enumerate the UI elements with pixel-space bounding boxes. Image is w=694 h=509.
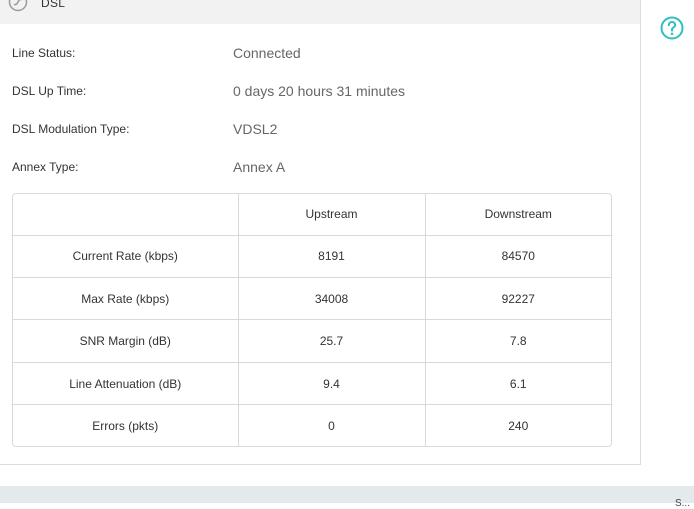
table-row: Errors (pkts) 0 240 (13, 404, 611, 446)
table-header-row: Upstream Downstream (13, 194, 611, 236)
stats-table: Upstream Downstream Current Rate (kbps) … (13, 194, 611, 446)
info-label: Line Status: (12, 46, 76, 60)
downstream-cell: 240 (508, 418, 529, 433)
footer-text: S... (674, 498, 690, 509)
info-label: DSL Modulation Type: (12, 122, 130, 136)
upstream-cell: 0 (238, 404, 426, 446)
info-row-annex: Annex Type: Annex A (12, 159, 612, 180)
dsl-stats-table: Upstream Downstream Current Rate (kbps) … (12, 193, 612, 447)
column-header (13, 194, 239, 236)
panel-header: DSL (0, 0, 640, 24)
upstream-cell: 25.7 (238, 319, 426, 363)
table-row: Current Rate (kbps) 8191 84570 (13, 235, 611, 279)
table-row: Max Rate (kbps) 34008 92227 (13, 277, 611, 321)
row-label: Line Attenuation (dB) (13, 362, 239, 406)
dsl-icon (8, 0, 28, 12)
panel-title: DSL (41, 0, 66, 10)
info-value: Annex A (233, 159, 286, 175)
info-value: 0 days 20 hours 31 minutes (233, 83, 405, 99)
upstream-cell: 34008 (238, 277, 426, 321)
info-value: Connected (233, 45, 301, 61)
row-label: SNR Margin (dB) (13, 319, 239, 363)
dsl-panel: DSL Line Status: Connected DSL Up Time: … (0, 0, 641, 465)
column-header-upstream: Upstream (238, 194, 426, 236)
info-row-modulation: DSL Modulation Type: VDSL2 (12, 121, 612, 142)
row-label: Max Rate (kbps) (13, 277, 239, 321)
help-icon[interactable] (660, 16, 684, 40)
upstream-cell: 8191 (238, 235, 426, 279)
info-row-line-status: Line Status: Connected (12, 45, 612, 66)
info-value: VDSL2 (233, 121, 278, 137)
upstream-cell: 9.4 (238, 362, 426, 406)
column-header-downstream: Downstream (425, 194, 611, 236)
table-row: SNR Margin (dB) 25.7 7.8 (13, 319, 611, 363)
downstream-cell: 92227 (425, 277, 611, 321)
info-label: DSL Up Time: (12, 84, 87, 98)
downstream-cell: 6.1 (425, 362, 611, 406)
table-row: Line Attenuation (dB) 9.4 6.1 (13, 362, 611, 406)
footer-bar: S... (0, 486, 694, 509)
info-row-up-time: DSL Up Time: 0 days 20 hours 31 minutes (12, 83, 612, 104)
downstream-cell: 7.8 (425, 319, 611, 363)
info-label: Annex Type: (12, 160, 79, 174)
downstream-cell: 84570 (425, 235, 611, 279)
row-label: Current Rate (kbps) (13, 235, 239, 279)
row-label: Errors (pkts) (13, 404, 239, 446)
